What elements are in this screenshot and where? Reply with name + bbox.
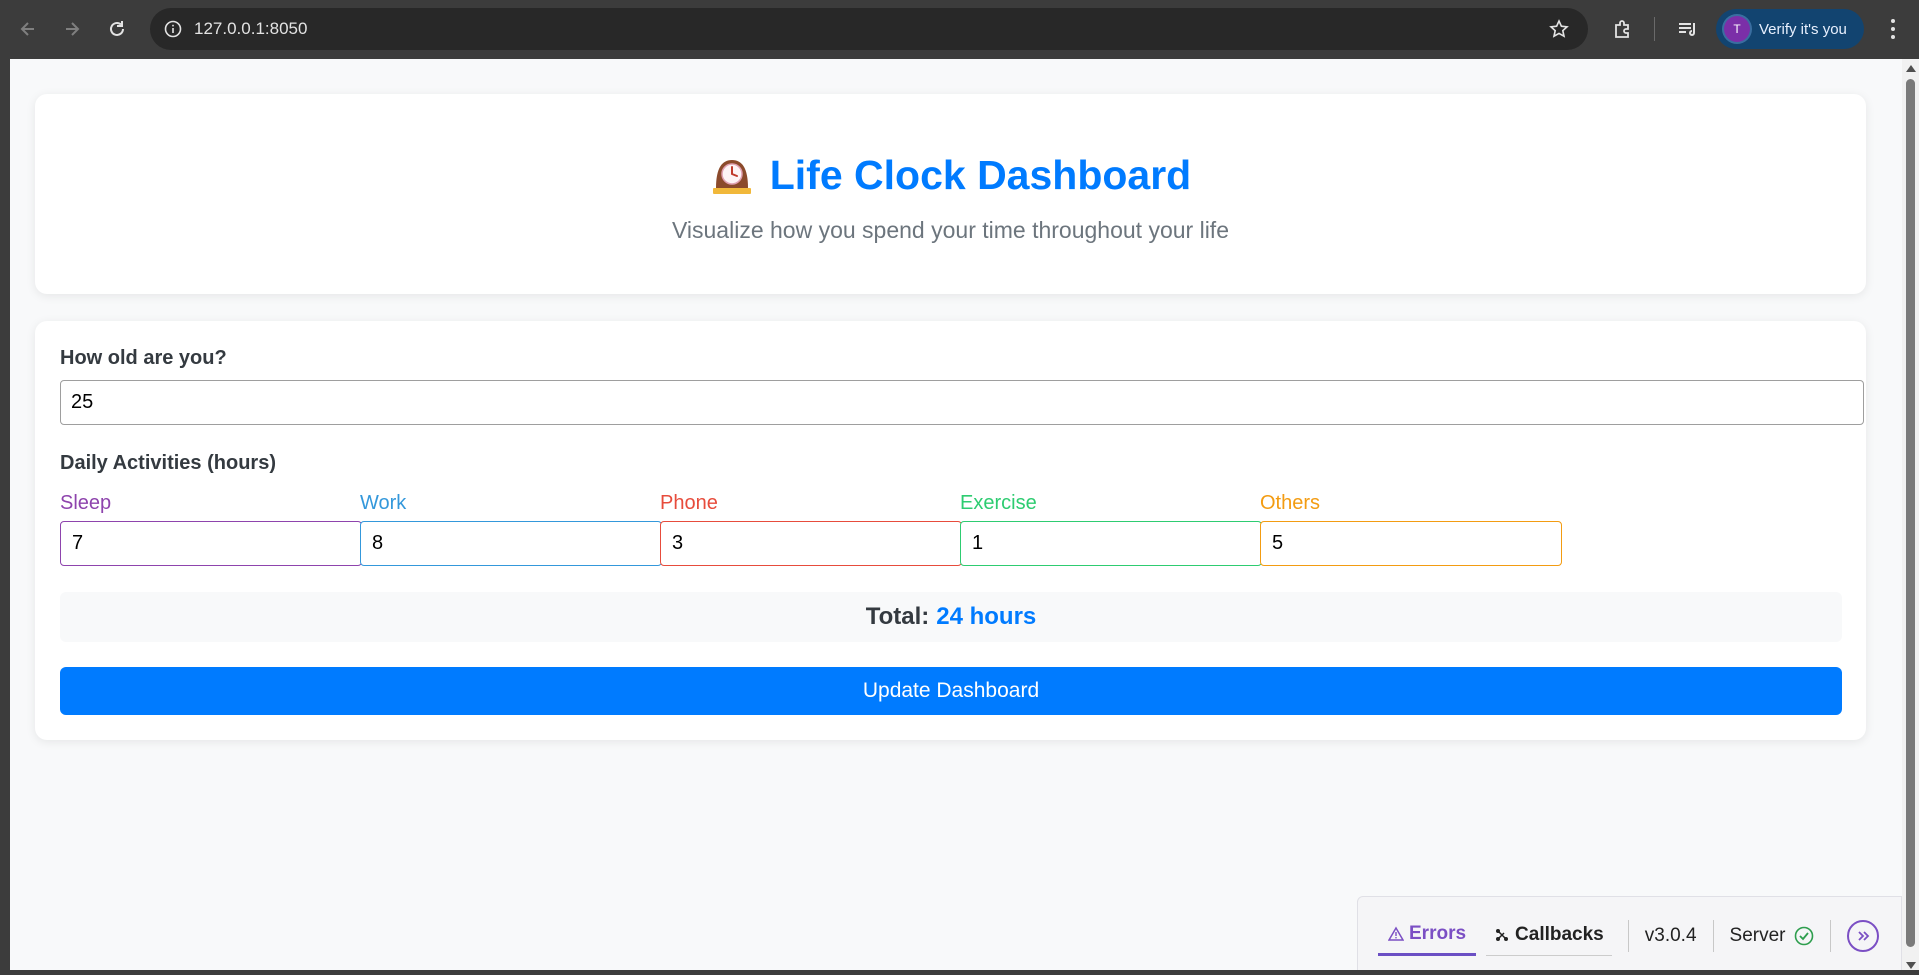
mantelpiece-clock-icon	[712, 159, 751, 194]
title-text: Life Clock Dashboard	[769, 152, 1192, 198]
errors-tab[interactable]: Errors	[1378, 916, 1477, 956]
others-label: Others	[1260, 492, 1321, 514]
reload-icon	[110, 21, 124, 36]
address-bar[interactable]: 127.0.0.1:8050	[150, 8, 1588, 50]
callbacks-label: Callbacks	[1515, 924, 1604, 945]
age-label: How old are you?	[60, 347, 227, 369]
devtools-divider	[1627, 919, 1629, 952]
page-title: Life Clock Dashboard	[35, 152, 1866, 199]
exercise-input[interactable]: 1	[960, 521, 1262, 566]
errors-label: Errors	[1409, 923, 1467, 944]
version-label: v3.0.4	[1644, 924, 1697, 946]
work-label: Work	[360, 492, 407, 514]
total-hours-box: Total: 24 hours	[60, 592, 1842, 642]
double-chevron-right-icon	[1857, 930, 1869, 941]
browser-menu-icon[interactable]	[1883, 14, 1903, 44]
page-subtitle: Visualize how you spend your time throug…	[671, 217, 1229, 243]
verify-profile-button[interactable]: T Verify it's you	[1716, 9, 1864, 49]
back-button[interactable]	[6, 7, 50, 51]
server-status: Server	[1730, 925, 1814, 947]
extensions-icon[interactable]	[1608, 14, 1638, 44]
phone-label: Phone	[660, 492, 718, 514]
arrow-left-icon	[20, 22, 34, 36]
update-dashboard-button[interactable]: Update Dashboard	[60, 667, 1842, 715]
scrollbar-thumb[interactable]	[1906, 79, 1915, 947]
callbacks-tab[interactable]: Callbacks	[1486, 916, 1612, 956]
callbacks-graph-icon	[1496, 929, 1509, 941]
total-label: Total:	[865, 603, 930, 630]
site-info-icon[interactable]	[160, 16, 186, 42]
bookmark-star-icon[interactable]	[1546, 16, 1572, 42]
exercise-label: Exercise	[960, 492, 1037, 514]
input-form-card: How old are you? 25 Daily Activities (ho…	[35, 321, 1866, 740]
sleep-input[interactable]: 7	[60, 521, 362, 566]
activities-label: Daily Activities (hours)	[60, 452, 276, 474]
dash-devtools-bar: Errors Callbacks v3.0.4 Server	[1357, 896, 1902, 975]
toolbar-divider	[1654, 17, 1655, 41]
check-circle-icon	[1794, 926, 1813, 945]
total-value: 24 hours	[936, 603, 1037, 630]
arrow-right-icon	[66, 22, 80, 36]
url-text: 127.0.0.1:8050	[194, 19, 308, 38]
scroll-up-arrow-icon[interactable]	[1906, 65, 1916, 72]
scroll-down-arrow-icon[interactable]	[1906, 962, 1916, 969]
header-card: Life Clock Dashboard Visualize how you s…	[35, 94, 1866, 294]
reading-list-icon[interactable]	[1673, 14, 1703, 44]
warning-icon	[1388, 926, 1404, 941]
avatar: T	[1724, 16, 1750, 42]
work-input[interactable]: 8	[360, 521, 662, 566]
phone-input[interactable]: 3	[660, 521, 962, 566]
page-scrollbar[interactable]	[1902, 59, 1919, 975]
server-label: Server	[1729, 924, 1786, 946]
others-input[interactable]: 5	[1260, 521, 1562, 566]
reload-button[interactable]	[95, 7, 139, 51]
browser-toolbar: 127.0.0.1:8050 T Verify it's you	[0, 0, 1919, 59]
verify-label: Verify it's you	[1759, 20, 1847, 38]
forward-button[interactable]	[50, 7, 94, 51]
devtools-collapse-button[interactable]	[1846, 919, 1879, 952]
devtools-divider	[1829, 919, 1831, 952]
sleep-label: Sleep	[60, 492, 112, 514]
devtools-divider	[1712, 919, 1714, 952]
age-input[interactable]: 25	[60, 380, 1864, 425]
window-bottom-edge	[0, 970, 1919, 975]
